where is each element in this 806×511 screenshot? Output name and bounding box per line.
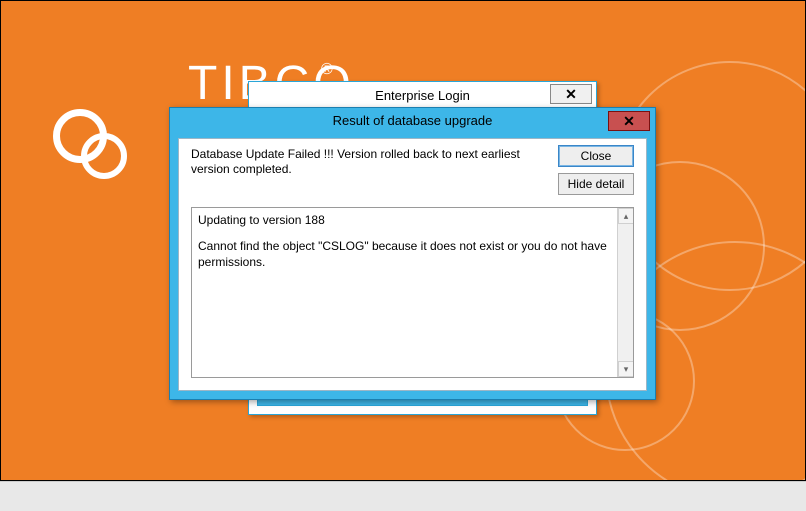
close-icon: ✕ <box>623 113 635 129</box>
result-message: Database Update Failed !!! Version rolle… <box>191 147 531 177</box>
chevron-down-icon: ▾ <box>624 364 629 374</box>
close-button[interactable]: Close <box>558 145 634 167</box>
result-client-area: Database Update Failed !!! Version rolle… <box>178 138 647 391</box>
scroll-down-button[interactable]: ▾ <box>618 361 634 377</box>
result-title: Result of database upgrade <box>170 108 655 134</box>
hide-detail-button[interactable]: Hide detail <box>558 173 634 195</box>
detail-line: Cannot find the object "CSLOG" because i… <box>198 238 613 270</box>
vertical-scrollbar[interactable]: ▴ ▾ <box>617 208 633 377</box>
scroll-up-button[interactable]: ▴ <box>618 208 634 224</box>
detail-textbox[interactable]: Updating to version 188 Cannot find the … <box>191 207 634 378</box>
login-titlebar[interactable]: Enterprise Login ✕ <box>249 82 596 110</box>
result-close-x-button[interactable]: ✕ <box>608 111 650 131</box>
brand-registered-icon: ® <box>321 61 333 79</box>
decor-ring <box>81 133 127 179</box>
login-title: Enterprise Login <box>249 82 596 110</box>
app-background: TIBCO ® Enterprise Login ✕ Result of dat… <box>0 0 806 481</box>
detail-line: Updating to version 188 <box>198 212 613 228</box>
result-window: Result of database upgrade ✕ Database Up… <box>169 107 656 400</box>
chevron-up-icon: ▴ <box>624 211 629 221</box>
result-titlebar[interactable]: Result of database upgrade ✕ <box>170 108 655 134</box>
close-icon: ✕ <box>565 86 577 102</box>
taskbar[interactable] <box>0 481 806 511</box>
detail-content: Updating to version 188 Cannot find the … <box>198 212 613 373</box>
login-close-button[interactable]: ✕ <box>550 84 592 104</box>
